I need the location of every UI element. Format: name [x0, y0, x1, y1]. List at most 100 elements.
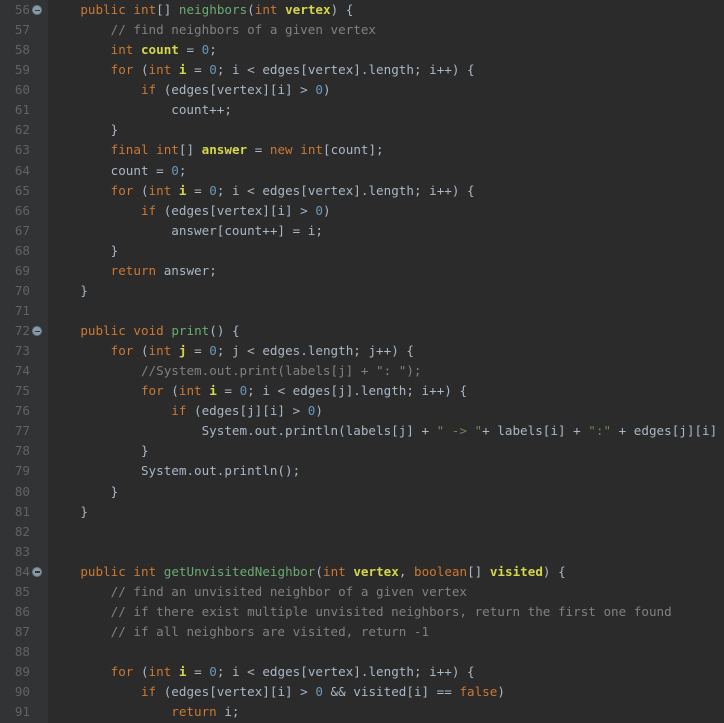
code-line[interactable]: 71	[0, 301, 724, 321]
code-text[interactable]: if (edges[vertex][i] > 0)	[141, 80, 331, 100]
code-text[interactable]: count++;	[171, 100, 232, 120]
code-text[interactable]: // if there exist multiple unvisited nei…	[111, 602, 672, 622]
code-text[interactable]: }	[80, 281, 88, 301]
code-line[interactable]: 69 return answer;	[0, 261, 724, 281]
token-plain: }	[80, 282, 88, 298]
code-line[interactable]: 76 if (edges[j][i] > 0)	[0, 401, 724, 421]
code-line[interactable]: 81}	[0, 502, 724, 522]
token-num: 0	[209, 343, 217, 359]
code-text[interactable]: int count = 0;	[111, 40, 217, 60]
token-kw: final	[110, 142, 149, 158]
code-line[interactable]: 86 // if there exist multiple unvisited n…	[0, 602, 724, 622]
code-line[interactable]: 64 count = 0;	[0, 161, 724, 181]
code-line[interactable]: 89 for (int i = 0; i < edges[vertex].leng…	[0, 662, 724, 682]
token-plain: (edges[j][i] >	[186, 403, 308, 419]
code-text[interactable]: for (int i = 0; i < edges[vertex].length…	[111, 662, 475, 682]
token-num: 0	[209, 664, 217, 680]
code-line[interactable]: 74 //System.out.print(labels[j] + ": ");	[0, 361, 724, 381]
fold-collapse-icon[interactable]	[32, 566, 42, 577]
code-text[interactable]: }	[141, 441, 149, 461]
token-str: " -> "	[436, 423, 483, 439]
code-text[interactable]: System.out.println();	[141, 461, 300, 481]
code-line[interactable]: 65 for (int i = 0; i < edges[vertex].leng…	[0, 181, 724, 201]
code-line[interactable]: 75 for (int i = 0; i < edges[j].length; i…	[0, 381, 724, 401]
code-line[interactable]: 57 // find neighbors of a given vertex	[0, 20, 724, 40]
token-plain: ; i < edges[j].length; i++) {	[247, 383, 468, 399]
code-text[interactable]: }	[111, 120, 119, 140]
code-text[interactable]: }	[111, 482, 119, 502]
code-text[interactable]: if (edges[vertex][i] > 0)	[141, 201, 331, 221]
code-text[interactable]: }	[80, 502, 88, 522]
code-line[interactable]: 59 for (int i = 0; i < edges[vertex].leng…	[0, 60, 724, 80]
code-text[interactable]: for (int i = 0; i < edges[j].length; i++…	[141, 381, 467, 401]
code-text[interactable]: for (int i = 0; i < edges[vertex].length…	[111, 60, 475, 80]
code-line[interactable]: 73 for (int j = 0; j < edges.length; j++)…	[0, 341, 724, 361]
code-text[interactable]: }	[111, 241, 119, 261]
token-kw: if	[171, 403, 187, 419]
token-plain: (	[315, 563, 323, 579]
code-text[interactable]: if (edges[j][i] > 0)	[171, 401, 323, 421]
token-plain: (	[133, 182, 149, 198]
token-plain: []	[156, 2, 179, 17]
token-plain: ; j < edges.length; j++) {	[216, 343, 414, 359]
code-line[interactable]: 84 public int getUnvisitedNeighbor(int ve…	[0, 562, 724, 582]
code-editor[interactable]: 56 public int[] neighbors(int vertex) {57…	[0, 0, 724, 723]
code-line[interactable]: 77 System.out.println(labels[j] + " -> "+…	[0, 421, 724, 441]
code-line[interactable]: 66 if (edges[vertex][i] > 0)	[0, 201, 724, 221]
code-line[interactable]: 61 count++;	[0, 100, 724, 120]
token-mth: getUnvisitedNeighbor	[163, 563, 316, 579]
token-plain: answer[count++] = i;	[171, 222, 323, 238]
code-text[interactable]: // find an unvisited neighbor of a given…	[111, 582, 467, 602]
code-line[interactable]: 67 answer[count++] = i;	[0, 221, 724, 241]
code-line[interactable]: 83	[0, 542, 724, 562]
code-text[interactable]: System.out.println(labels[j] + " -> "+ l…	[202, 421, 724, 441]
code-text[interactable]: count = 0;	[111, 161, 187, 181]
code-text[interactable]: for (int j = 0; j < edges.length; j++) {	[111, 341, 414, 361]
token-plain: =	[186, 664, 210, 680]
line-number: 91	[14, 704, 30, 720]
code-line[interactable]: 63 final int[] answer = new int[count];	[0, 140, 724, 160]
code-text[interactable]: return answer;	[111, 261, 217, 281]
code-line[interactable]: 91 return i;	[0, 702, 724, 722]
token-plain: ;	[178, 162, 187, 178]
code-line[interactable]: 70}	[0, 281, 724, 301]
line-number: 74	[14, 363, 30, 379]
line-number: 75	[14, 383, 30, 399]
code-text[interactable]: // find neighbors of a given vertex	[111, 20, 376, 40]
line-number: 62	[14, 122, 30, 138]
line-number: 87	[14, 623, 30, 639]
code-line[interactable]: 87 // if all neighbors are visited, retur…	[0, 622, 724, 642]
code-line[interactable]: 90 if (edges[vertex][i] > 0 && visited[i]…	[0, 682, 724, 702]
code-line[interactable]: 72 public void print() {	[0, 321, 724, 341]
code-line[interactable]: 85 // find an unvisited neighbor of a giv…	[0, 582, 724, 602]
code-text[interactable]: if (edges[vertex][i] > 0 && visited[i] =…	[141, 682, 505, 702]
code-line[interactable]: 79 System.out.println();	[0, 461, 724, 481]
token-plain: () {	[209, 323, 240, 338]
code-text[interactable]: for (int i = 0; i < edges[vertex].length…	[111, 181, 475, 201]
code-line[interactable]: 80}	[0, 482, 724, 502]
code-line[interactable]: 78}	[0, 441, 724, 461]
token-num: 0	[209, 62, 217, 78]
code-text[interactable]: answer[count++] = i;	[171, 221, 323, 241]
code-line[interactable]: 60 if (edges[vertex][i] > 0)	[0, 80, 724, 100]
code-text[interactable]: return i;	[171, 702, 239, 722]
token-plain: =	[216, 383, 240, 399]
code-line[interactable]: 88	[0, 642, 724, 662]
code-text[interactable]: // if all neighbors are visited, return …	[111, 622, 429, 642]
code-text[interactable]: //System.out.print(labels[j] + ": ");	[141, 361, 422, 381]
code-line[interactable]: 56 public int[] neighbors(int vertex) {	[0, 0, 724, 20]
fold-collapse-icon[interactable]	[32, 326, 42, 336]
token-plain: )	[497, 684, 505, 700]
code-line[interactable]: 68}	[0, 241, 724, 261]
code-text[interactable]: final int[] answer = new int[count];	[111, 140, 384, 160]
code-line[interactable]: 58 int count = 0;	[0, 40, 724, 60]
token-plain: answer;	[156, 262, 217, 278]
code-line[interactable]: 62}	[0, 120, 724, 140]
code-text[interactable]: public int getUnvisitedNeighbor(int vert…	[80, 562, 565, 582]
code-text[interactable]: public int[] neighbors(int vertex) {	[80, 0, 353, 20]
line-number: 90	[14, 684, 30, 700]
code-text[interactable]: public void print() {	[80, 321, 239, 341]
line-number: 66	[14, 202, 30, 218]
code-line[interactable]: 82	[0, 522, 724, 542]
fold-collapse-icon[interactable]	[32, 5, 42, 15]
